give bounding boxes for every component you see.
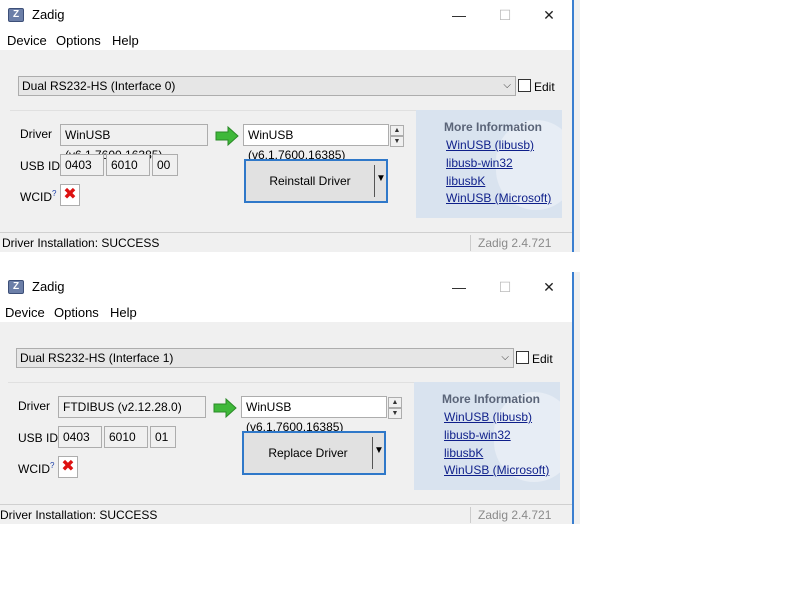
device-row: Dual RS232-HS (Interface 0) ⌵ Edit [10,60,566,100]
current-driver-field: FTDIBUS (v2.12.28.0) [58,396,206,418]
menu-help[interactable]: Help [112,33,139,48]
chevron-down-icon: ⌵ [501,352,509,363]
target-driver-field[interactable]: WinUSB (v6.1.7600.16385) [243,124,389,162]
menu-options[interactable]: Options [54,305,99,320]
usbid-vid-field: 0403 [60,154,104,176]
driver-spinner[interactable]: ▲ ▼ [388,397,402,419]
device-dropdown-value: Dual RS232-HS (Interface 1) [20,351,174,365]
device-dropdown-value: Dual RS232-HS (Interface 0) [22,79,176,93]
title-bar: Z Zadig — ☐ ✕ [0,0,572,30]
window-border [572,0,574,252]
wcid-help-link[interactable]: ? [50,461,54,470]
usbid-mi-field: 01 [150,426,176,448]
device-row: Dual RS232-HS (Interface 1) ⌵ Edit [8,332,564,372]
target-driver-field[interactable]: WinUSB (v6.1.7600.16385) [241,396,387,434]
usbid-pid-field: 6010 [104,426,148,448]
link-winusb-libusb[interactable]: WinUSB (libusb) [446,138,534,152]
device-dropdown[interactable]: Dual RS232-HS (Interface 0) ⌵ [18,76,516,96]
split-divider [372,437,373,469]
close-icon[interactable]: ✕ [526,0,572,30]
edit-label: Edit [534,80,555,94]
spinner-down-icon[interactable]: ▼ [390,136,404,147]
link-libusb-win32[interactable]: libusb-win32 [446,156,513,170]
driver-label: Driver [20,127,52,141]
window-title: Zadig [32,279,65,294]
device-dropdown[interactable]: Dual RS232-HS (Interface 1) ⌵ [16,348,514,368]
more-info-panel: More Information WinUSB (libusb) libusb-… [416,110,562,218]
menu-device[interactable]: Device [5,305,45,320]
spinner-down-icon[interactable]: ▼ [388,408,402,419]
driver-panel: Driver WinUSB (v6.1.7600.16385) WinUSB (… [10,110,416,218]
red-x-icon: ✖ [60,184,80,206]
link-winusb-libusb[interactable]: WinUSB (libusb) [444,410,532,424]
window-title: Zadig [32,7,65,22]
red-x-icon: ✖ [58,456,78,478]
chevron-down-icon: ⌵ [503,80,511,91]
minimize-icon[interactable]: — [436,0,482,30]
menu-options[interactable]: Options [56,33,101,48]
zadig-window-2: Z Zadig — ☐ ✕ Device Options Help Dual R… [0,272,580,524]
replace-driver-label: Replace Driver [268,446,348,460]
wcid-label: WCID? [20,189,56,204]
green-right-arrow-icon [213,397,237,419]
status-separator [470,507,471,523]
reinstall-driver-label: Reinstall Driver [269,174,351,188]
green-right-arrow-icon [215,125,239,147]
menu-device[interactable]: Device [7,33,47,48]
wcid-label: WCID? [18,461,54,476]
link-winusb-microsoft[interactable]: WinUSB (Microsoft) [444,463,549,477]
maximize-icon[interactable]: ☐ [482,272,528,302]
maximize-icon[interactable]: ☐ [482,0,528,30]
edit-checkbox[interactable] [516,351,529,364]
status-separator [470,235,471,251]
split-divider [374,165,375,197]
usbid-label: USB ID [18,431,59,445]
zadig-app-icon: Z [8,8,24,22]
edit-label: Edit [532,352,553,366]
usbid-mi-field: 00 [152,154,178,176]
current-driver-field: WinUSB (v6.1.7600.16385) [60,124,208,162]
dropdown-arrow-icon[interactable]: ▼ [374,445,384,456]
status-bar: Driver Installation: SUCCESS Zadig 2.4.7… [0,232,572,252]
more-info-title: More Information [442,392,540,406]
version-text: Zadig 2.4.721 [478,236,552,250]
title-bar: Z Zadig — ☐ ✕ [0,272,572,302]
wcid-label-text: WCID [20,190,52,204]
status-text: Driver Installation: SUCCESS [2,236,160,250]
spinner-up-icon[interactable]: ▲ [390,125,404,136]
status-bar: Driver Installation: SUCCESS Zadig 2.4.7… [0,504,572,524]
driver-spinner[interactable]: ▲ ▼ [390,125,404,147]
zadig-app-icon: Z [8,280,24,294]
menu-help[interactable]: Help [110,305,137,320]
status-text: Driver Installation: SUCCESS [0,508,158,522]
close-icon[interactable]: ✕ [526,272,572,302]
menu-bar: Device Options Help [0,30,572,50]
spinner-up-icon[interactable]: ▲ [388,397,402,408]
zadig-window-1: Z Zadig — ☐ ✕ Device Options Help Dual R… [0,0,580,252]
reinstall-driver-button[interactable]: Reinstall Driver ▼ [244,159,388,203]
usbid-label: USB ID [20,159,61,173]
link-winusb-microsoft[interactable]: WinUSB (Microsoft) [446,191,551,205]
replace-driver-button[interactable]: Replace Driver ▼ [242,431,386,475]
wcid-label-text: WCID [18,462,50,476]
driver-label: Driver [18,399,50,413]
wcid-help-link[interactable]: ? [52,189,56,198]
dropdown-arrow-icon[interactable]: ▼ [376,173,386,184]
usbid-vid-field: 0403 [58,426,102,448]
link-libusbk[interactable]: libusbK [446,174,485,188]
edit-checkbox[interactable] [518,79,531,92]
link-libusbk[interactable]: libusbK [444,446,483,460]
usbid-pid-field: 6010 [106,154,150,176]
window-border [572,272,574,524]
version-text: Zadig 2.4.721 [478,508,552,522]
more-info-panel: More Information WinUSB (libusb) libusb-… [414,382,560,490]
menu-bar: Device Options Help [0,302,572,322]
more-info-title: More Information [444,120,542,134]
minimize-icon[interactable]: — [436,272,482,302]
driver-panel: Driver FTDIBUS (v2.12.28.0) WinUSB (v6.1… [8,382,414,490]
link-libusb-win32[interactable]: libusb-win32 [444,428,511,442]
